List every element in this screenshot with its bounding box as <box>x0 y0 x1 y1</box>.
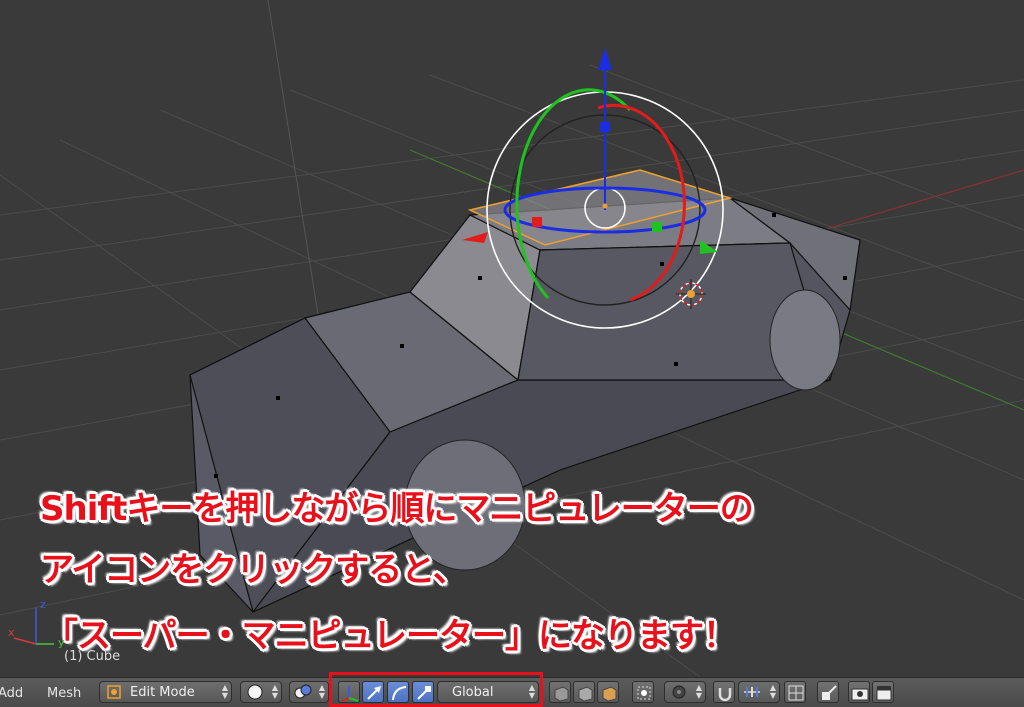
camera-render-button[interactable] <box>848 681 870 703</box>
occlude-icon <box>637 686 651 700</box>
mode-label: Edit Mode <box>130 685 195 700</box>
viewport-shading-dropdown[interactable]: ▲ ▼ <box>240 681 282 703</box>
mode-dropdown[interactable]: Edit Mode ▲ ▼ <box>99 681 232 703</box>
dropdown-arrows-icon: ▲ ▼ <box>221 683 228 700</box>
edge-select-button[interactable] <box>573 681 595 703</box>
axis-z-label: z <box>40 598 46 611</box>
axis-y-label: y <box>58 636 65 649</box>
snap-target-icon <box>744 687 760 697</box>
snap-target-button[interactable] <box>784 681 806 703</box>
pivot-icon <box>294 684 312 699</box>
edge-select-icon <box>578 686 593 702</box>
vertex-select-icon <box>554 686 569 702</box>
clapperboard-icon <box>876 686 892 701</box>
face-select-icon <box>602 686 617 702</box>
render-button[interactable] <box>817 681 839 703</box>
snap-target-mode-icon <box>788 685 804 701</box>
face-select-button[interactable] <box>597 681 619 703</box>
animation-render-button[interactable] <box>872 681 894 703</box>
front-wheel <box>769 289 841 391</box>
caption-line-3: 「スーパー・マニピュレーター」になります！ <box>44 616 737 656</box>
pivot-dropdown[interactable]: ▲ ▼ <box>289 681 329 703</box>
viewport-shading-icon <box>247 684 263 700</box>
caption-line-2: アイコンをクリックすると、 <box>40 550 467 590</box>
render-icon <box>822 685 837 700</box>
proportional-icon <box>672 685 686 699</box>
view-axis-widget: z x y <box>8 598 65 649</box>
axis-x-label: x <box>8 626 15 639</box>
menu-mesh[interactable]: Mesh <box>47 686 81 701</box>
object-label: (1) Cube <box>64 649 121 664</box>
menu-add[interactable]: Add <box>0 686 23 701</box>
snap-button[interactable] <box>713 681 735 703</box>
caption-line-1: Shiftキーを押しながら順にマニピュレーターの <box>40 489 754 529</box>
camera-icon <box>851 688 869 701</box>
3d-viewport[interactable]: Shiftキーを押しながら順にマニピュレーターの アイコンをクリックすると、 「… <box>0 0 1024 677</box>
snap-icon <box>718 688 732 702</box>
edit-mode-icon <box>107 685 121 699</box>
occlude-geometry-button[interactable] <box>632 681 654 703</box>
manipulator-highlight-box <box>329 672 543 707</box>
vertex-select-button[interactable] <box>549 681 571 703</box>
snap-element-dropdown[interactable]: ▲ ▼ <box>738 681 780 703</box>
proportional-edit-dropdown[interactable]: ▲ ▼ <box>664 681 706 703</box>
